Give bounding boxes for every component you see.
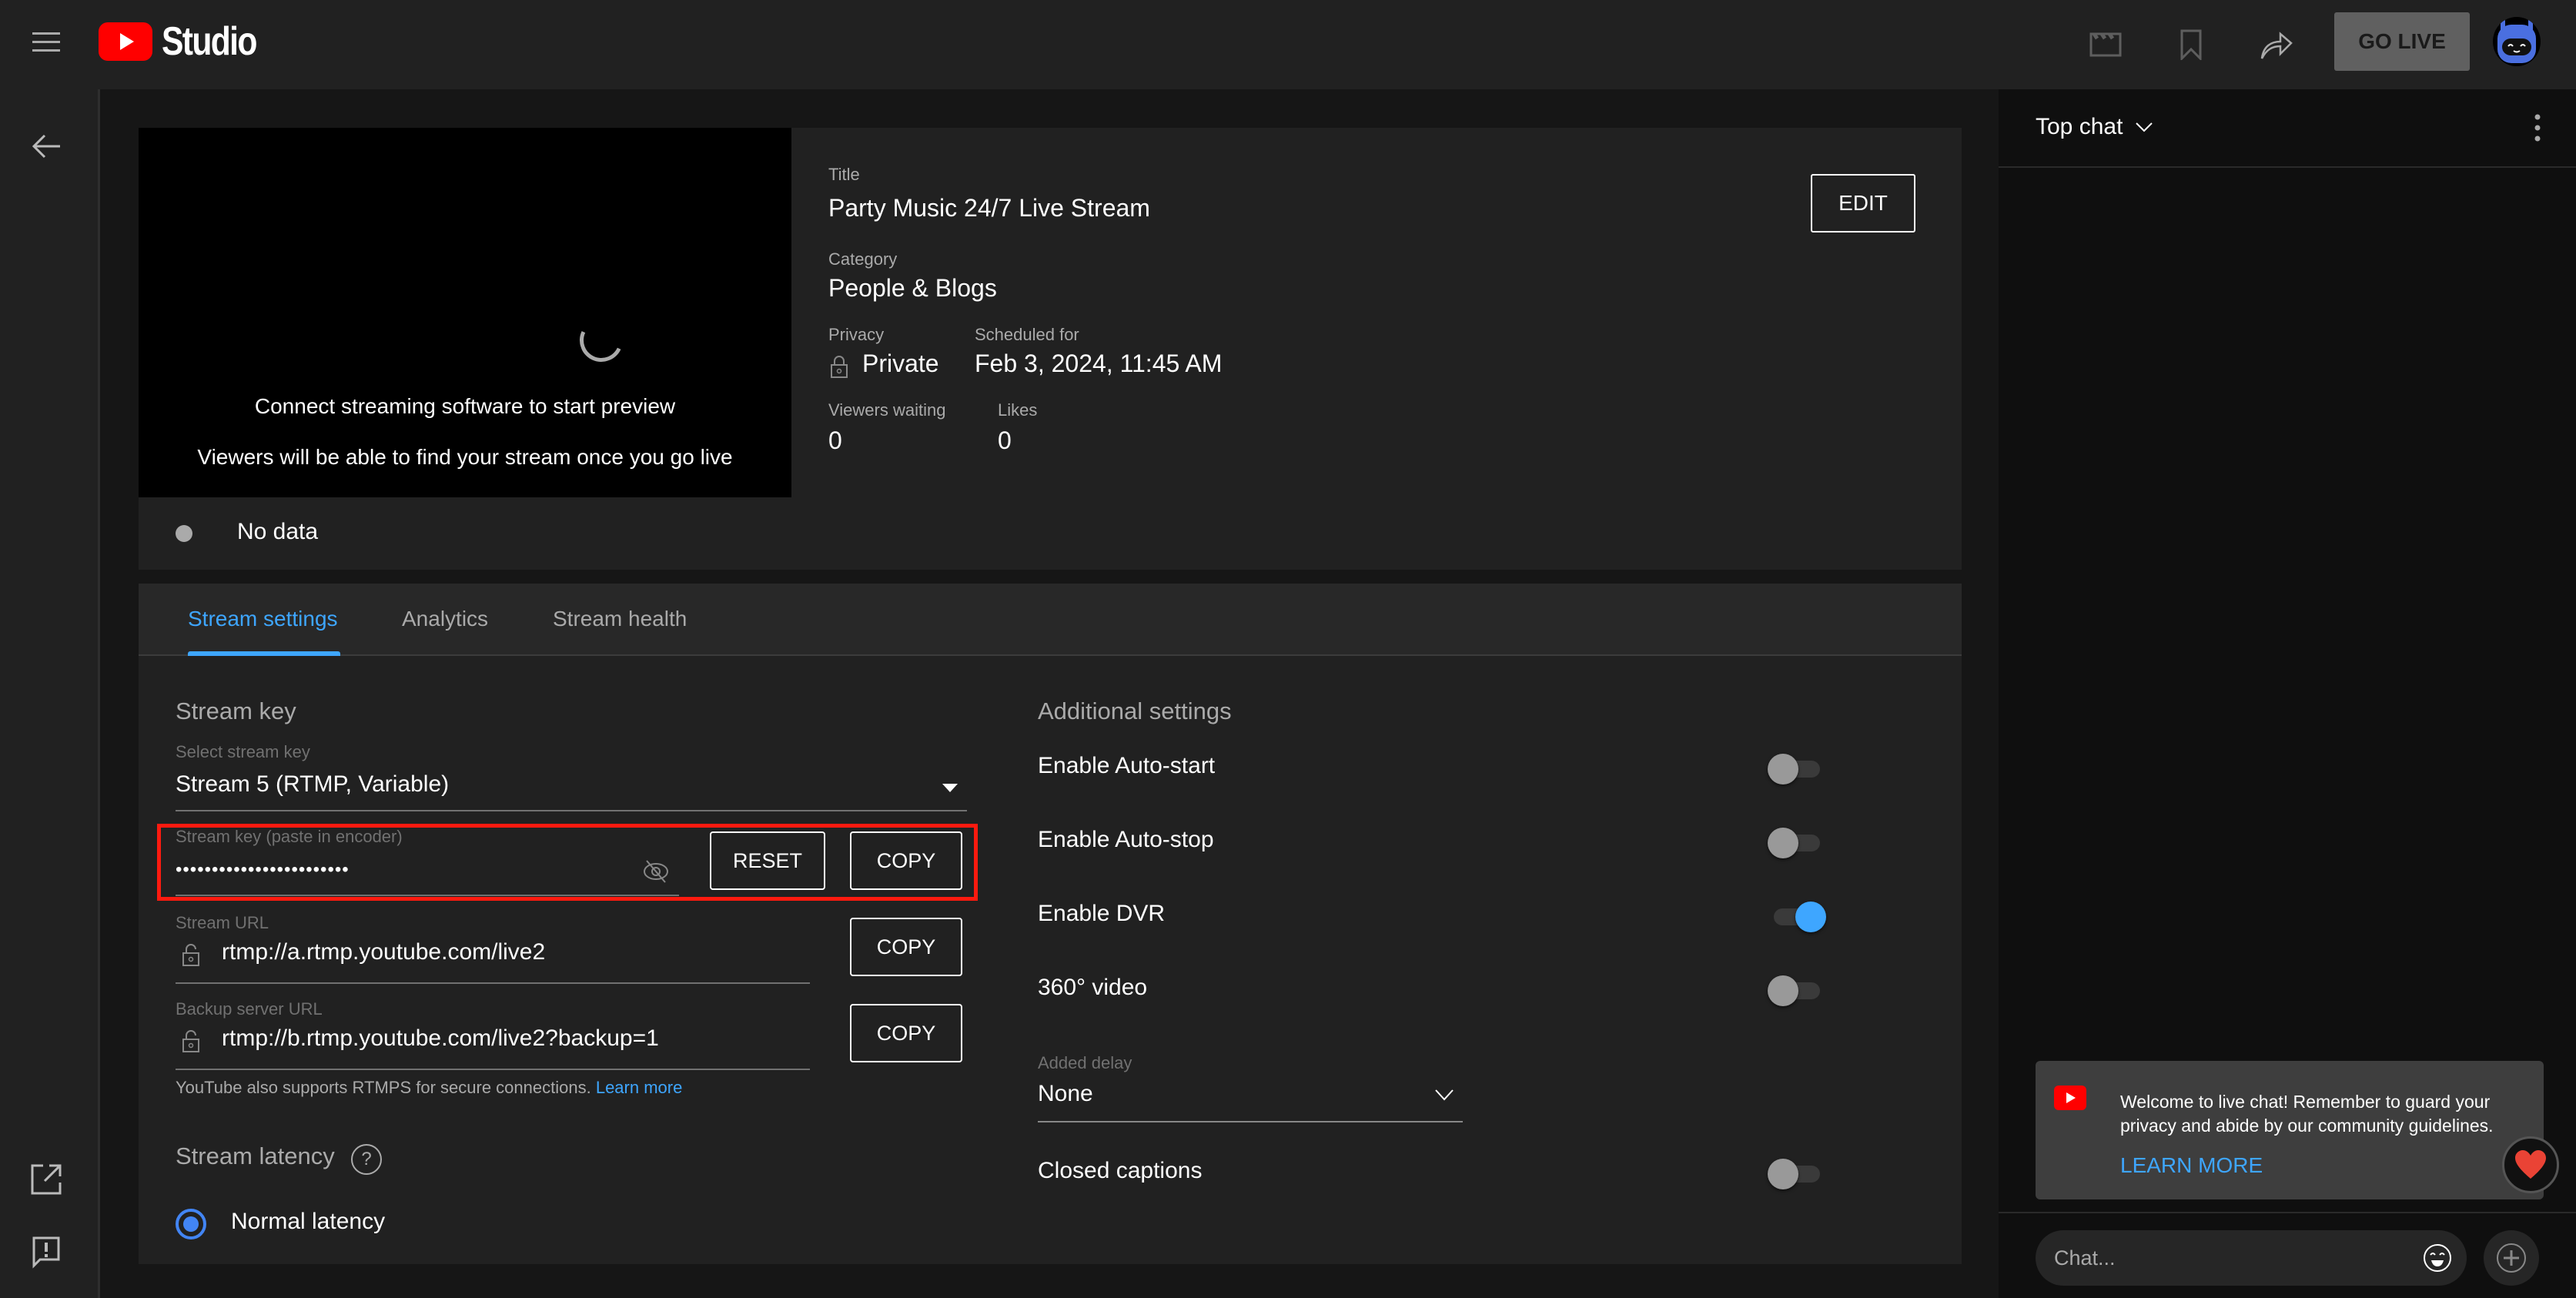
tab-analytics[interactable]: Analytics [402,607,488,631]
select-stream-key-label: Select stream key [176,742,310,761]
normal-latency-radio[interactable] [176,1209,206,1239]
stream-key-select[interactable]: Stream 5 (RTMP, Variable) [176,765,967,813]
help-icon[interactable]: ? [351,1144,382,1175]
emoji-icon[interactable] [2422,1243,2453,1273]
hamburger-menu-icon[interactable] [29,28,65,55]
chevron-down-icon [1434,1087,1455,1106]
lock-icon [182,942,200,967]
reset-stream-key-button[interactable]: RESET [710,831,825,890]
auto-stop-label: Enable Auto-stop [1038,827,1214,852]
likes-label: Likes [998,400,1038,420]
additional-settings-heading: Additional settings [1038,698,1232,724]
studio-logo[interactable]: Studio [99,19,277,64]
youtube-logo-icon [2054,1086,2086,1110]
stream-preview: Connect streaming software to start prev… [139,128,791,545]
tab-stream-health[interactable]: Stream health [553,607,687,631]
top-chat-dropdown[interactable]: Top chat [2036,114,2154,140]
backup-url-label: Backup server URL [176,999,323,1019]
stream-settings-card: Stream settings Analytics Stream health … [139,584,1962,1264]
live-chat-panel: Top chat Welcome to live chat! Remember … [1999,89,2576,1298]
360-video-label: 360° video [1038,975,1148,1000]
added-delay-label: Added delay [1038,1053,1132,1072]
auto-start-toggle[interactable] [1768,751,1826,785]
learn-more-button[interactable]: LEARN MORE [2120,1153,2263,1178]
more-vert-icon[interactable] [2530,112,2545,143]
add-icon[interactable] [2484,1230,2539,1286]
logo-text: Studio [162,19,257,64]
stream-category: People & Blogs [828,274,997,302]
welcome-text: Welcome to live chat! Remember to guard … [2120,1092,2494,1136]
stream-title: Party Music 24/7 Live Stream [828,194,1150,222]
top-bar: Studio GO LIVE [0,0,2576,89]
preview-submessage: Viewers will be able to find your stream… [197,445,733,469]
likes-value: 0 [998,427,1012,454]
auto-stop-toggle[interactable] [1768,825,1826,859]
scheduled-value: Feb 3, 2024, 11:45 AM [975,350,1223,377]
clapperboard-icon[interactable] [2085,23,2128,66]
lock-icon [830,354,848,379]
status-text: No data [237,519,319,544]
chat-header: Top chat [1999,89,2576,168]
chat-input-placeholder: Chat... [2054,1246,2116,1270]
viewers-waiting-label: Viewers waiting [828,400,946,420]
chevron-down-icon [2136,122,2153,132]
stream-url-value[interactable]: rtmp://a.rtmp.youtube.com/live2 [222,939,545,965]
title-label: Title [828,165,860,184]
loading-spinner-icon [574,313,629,368]
stream-key-select-value: Stream 5 (RTMP, Variable) [176,771,450,797]
edit-button[interactable]: EDIT [1811,174,1915,233]
stream-latency-heading: Stream latency [176,1142,335,1169]
youtube-logo-icon [99,22,152,61]
tab-bar: Stream settings Analytics Stream health [139,584,1962,656]
rtmps-note: YouTube also supports RTMPS for secure c… [176,1078,682,1098]
copy-backup-url-button[interactable]: COPY [850,1004,962,1062]
learn-more-link[interactable]: Learn more [596,1078,683,1097]
category-label: Category [828,249,898,269]
dvr-label: Enable DVR [1038,901,1166,926]
stream-key-heading: Stream key [176,698,296,724]
chat-mode-label: Top chat [2036,114,2123,139]
feedback-icon[interactable] [29,1235,63,1269]
left-rail [0,89,100,1298]
heart-reaction-icon[interactable] [2502,1136,2559,1193]
backup-url-value[interactable]: rtmp://b.rtmp.youtube.com/live2?backup=1 [222,1025,659,1052]
auto-start-label: Enable Auto-start [1038,753,1216,778]
closed-captions-label: Closed captions [1038,1158,1203,1183]
copy-stream-key-button[interactable]: COPY [850,831,962,890]
closed-captions-toggle[interactable] [1768,1156,1826,1190]
added-delay-select[interactable]: None [1038,1076,1463,1124]
open-external-icon[interactable] [29,1163,63,1196]
arrow-back-icon[interactable] [29,129,63,163]
dropdown-arrow-icon [942,784,958,792]
stream-key-label: Stream key (paste in encoder) [176,827,403,846]
360-video-toggle[interactable] [1768,973,1826,1007]
stream-status: No data [139,497,1962,570]
scheduled-label: Scheduled for [975,325,1079,344]
avatar[interactable] [2493,17,2541,66]
stream-key-input[interactable]: •••••••••••••••••••••••• [176,853,679,896]
viewers-waiting-value: 0 [828,427,842,454]
chat-input[interactable]: Chat... [2036,1230,2467,1286]
stream-url-label: Stream URL [176,913,269,932]
privacy-value: Private [862,350,939,377]
stream-key-value: •••••••••••••••••••••••• [176,859,350,880]
visibility-off-icon[interactable] [641,856,671,887]
bookmark-icon[interactable] [2170,23,2213,66]
normal-latency-label: Normal latency [231,1209,386,1234]
rtmps-note-text: YouTube also supports RTMPS for secure c… [176,1078,591,1097]
preview-message: Connect streaming software to start prev… [254,394,676,418]
added-delay-value: None [1038,1081,1093,1106]
welcome-message: Welcome to live chat! Remember to guard … [2036,1061,2544,1199]
lock-icon [182,1029,200,1053]
share-icon[interactable] [2256,23,2299,66]
copy-stream-url-button[interactable]: COPY [850,918,962,976]
dvr-toggle[interactable] [1768,899,1826,933]
go-live-button[interactable]: GO LIVE [2334,12,2470,71]
active-tab-indicator [188,651,340,656]
status-indicator-icon [176,525,192,542]
tab-stream-settings[interactable]: Stream settings [188,607,338,631]
privacy-label: Privacy [828,325,885,344]
